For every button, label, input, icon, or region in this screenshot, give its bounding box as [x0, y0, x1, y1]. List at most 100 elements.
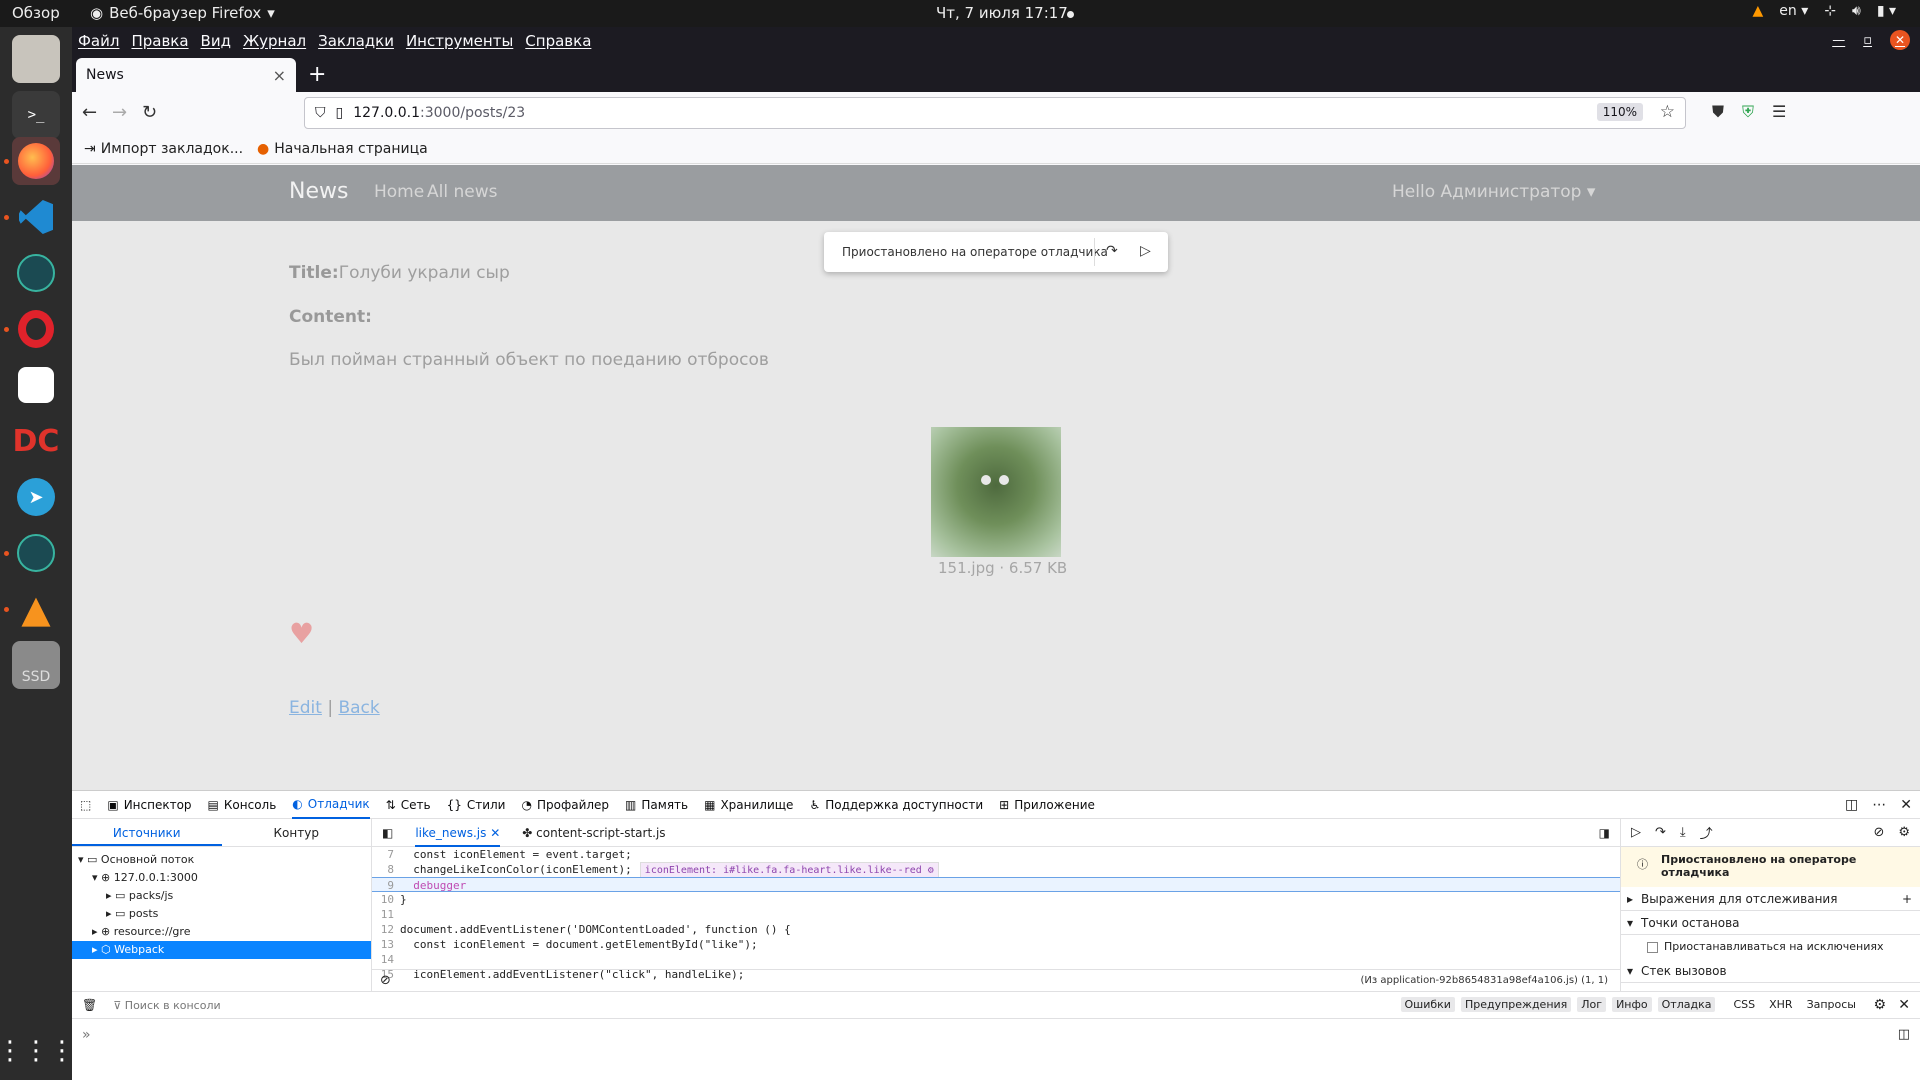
- adblock-icon[interactable]: ⛨: [1742, 102, 1754, 122]
- vlc-tray-icon[interactable]: ▲: [1752, 3, 1763, 19]
- console-settings-icon[interactable]: ⚙: [1873, 997, 1886, 1013]
- tab-news[interactable]: News ×: [76, 58, 296, 92]
- pause-on-exceptions-option[interactable]: Приостанавливаться на исключениях: [1621, 935, 1920, 959]
- close-tab-icon[interactable]: ×: [273, 66, 286, 85]
- bookmark-star-icon[interactable]: ☆: [1660, 102, 1675, 122]
- filter-warnings[interactable]: Предупреждения: [1460, 997, 1572, 1012]
- blackbox-icon[interactable]: ⊘: [380, 973, 391, 988]
- filter-requests[interactable]: Запросы: [1803, 997, 1860, 1012]
- code-line[interactable]: 12 document.addEventListener('DOMContentL…: [372, 922, 1620, 937]
- resume-icon[interactable]: ▷: [1140, 243, 1151, 259]
- telegram-icon[interactable]: ➤: [12, 473, 60, 521]
- menu-view[interactable]: Вид: [201, 32, 231, 50]
- terminal-icon[interactable]: >_: [12, 91, 60, 139]
- tree-item-packs-js[interactable]: ▸ ▭ packs/js: [72, 887, 371, 905]
- tree-item-localhost[interactable]: ▾ ⊕ 127.0.0.1:3000: [72, 869, 371, 887]
- bookmark-start-page[interactable]: ● Начальная страница: [257, 141, 428, 157]
- filter-debug[interactable]: Отладка: [1657, 997, 1716, 1012]
- close-tab-icon[interactable]: ✕: [490, 826, 500, 840]
- language-indicator[interactable]: en ▾: [1779, 3, 1808, 19]
- nav-all-news[interactable]: All news: [427, 182, 497, 202]
- menu-bookmarks[interactable]: Закладки: [318, 32, 394, 50]
- editor-tab-like-news[interactable]: like_news.js ✕: [415, 819, 501, 847]
- new-tab-button[interactable]: +: [308, 62, 326, 87]
- checkbox[interactable]: [1647, 941, 1658, 953]
- filter-info[interactable]: Инфо: [1612, 997, 1652, 1012]
- filter-errors[interactable]: Ошибки: [1400, 997, 1455, 1012]
- pocket-icon[interactable]: ⛊: [1712, 102, 1724, 122]
- post-image[interactable]: [931, 427, 1061, 557]
- code-line[interactable]: 7 const iconElement = event.target;: [372, 847, 1620, 862]
- watch-expressions-header[interactable]: ▸ Выражения для отслеживания +: [1621, 887, 1920, 911]
- step-out-icon[interactable]: ⤴: [1700, 823, 1713, 842]
- page-icon[interactable]: ▯: [336, 105, 344, 121]
- tab-storage[interactable]: ▦ Хранилище: [704, 798, 793, 812]
- dock-side-icon[interactable]: ◫: [1845, 797, 1858, 813]
- like-heart-icon[interactable]: ♥: [289, 617, 314, 650]
- element-picker-icon[interactable]: ⬚: [80, 798, 91, 812]
- opera-icon[interactable]: [12, 305, 60, 353]
- dbeaver-icon[interactable]: [12, 361, 60, 409]
- back-icon[interactable]: ←: [82, 102, 97, 123]
- tab-sources[interactable]: Источники: [72, 819, 222, 846]
- filter-log[interactable]: Лог: [1577, 997, 1607, 1012]
- edit-link[interactable]: Edit: [289, 698, 322, 718]
- zoom-indicator[interactable]: 110%: [1596, 103, 1643, 121]
- site-brand[interactable]: News: [289, 179, 348, 204]
- tab-styles[interactable]: {} Стили: [447, 798, 506, 812]
- files-icon[interactable]: [12, 35, 60, 83]
- menu-edit[interactable]: Правка: [131, 32, 188, 50]
- tab-memory[interactable]: ▥ Память: [625, 798, 688, 812]
- editor-tab-content-script[interactable]: ✤ content-script-start.js: [522, 826, 665, 840]
- disable-breakpoints-icon[interactable]: ⊘: [1873, 825, 1884, 840]
- shield-icon[interactable]: ⛉: [315, 105, 326, 121]
- tree-item-webpack[interactable]: ▸ ⬡ Webpack: [72, 941, 371, 959]
- menu-tools[interactable]: Инструменты: [406, 32, 513, 50]
- filter-xhr[interactable]: XHR: [1765, 997, 1796, 1012]
- trash-icon[interactable]: 🗑︎: [82, 998, 97, 1012]
- code-line[interactable]: 10}: [372, 892, 1620, 907]
- tab-outline[interactable]: Контур: [222, 819, 372, 846]
- forward-icon[interactable]: →: [112, 102, 127, 123]
- tab-profiler[interactable]: ◔ Профайлер: [521, 798, 609, 812]
- toggle-panel-icon[interactable]: ◨: [1599, 826, 1610, 840]
- menu-help[interactable]: Справка: [525, 32, 591, 50]
- code-line[interactable]: 13 const iconElement = document.getEleme…: [372, 937, 1620, 952]
- ssd-drive-icon[interactable]: SSD: [12, 641, 60, 689]
- tab-inspector[interactable]: ▣ Инспектор: [107, 798, 191, 812]
- code-line[interactable]: 8 changeLikeIconColor(iconElement); iconE…: [372, 862, 1620, 879]
- show-apps-icon[interactable]: ⋮⋮⋮: [0, 1027, 75, 1075]
- reload-icon[interactable]: ↻: [142, 102, 157, 123]
- more-options-icon[interactable]: ⋯: [1872, 797, 1886, 813]
- back-link[interactable]: Back: [338, 698, 379, 718]
- activities-button[interactable]: Обзор: [12, 4, 60, 22]
- menu-history[interactable]: Журнал: [243, 32, 306, 50]
- toggle-sources-icon[interactable]: ◧: [382, 826, 393, 840]
- breakpoints-header[interactable]: ▾ Точки останова: [1621, 911, 1920, 935]
- call-stack-header[interactable]: ▾ Стек вызовов: [1621, 959, 1920, 983]
- settings-gear-icon[interactable]: ⚙: [1898, 825, 1910, 840]
- close-split-console-icon[interactable]: ✕: [1898, 997, 1910, 1013]
- step-over-icon[interactable]: ↷: [1106, 243, 1118, 259]
- resume-icon[interactable]: ▷: [1631, 825, 1641, 840]
- tree-item-resource-gre[interactable]: ▸ ⊕ resource://gre: [72, 923, 371, 941]
- add-icon[interactable]: +: [1902, 887, 1912, 911]
- battery-icon[interactable]: ▮ ▾: [1877, 3, 1896, 19]
- close-window-icon[interactable]: ✕: [1890, 30, 1910, 50]
- vscode-icon[interactable]: [12, 193, 60, 241]
- console-input[interactable]: »: [82, 1027, 91, 1043]
- app-menu[interactable]: ◉ Веб-браузер Firefox ▾: [90, 4, 275, 22]
- tab-network[interactable]: ⇅ Сеть: [386, 798, 431, 812]
- vlc-icon[interactable]: ▲: [12, 585, 60, 633]
- menu-file[interactable]: Файл: [78, 32, 119, 50]
- code-line[interactable]: 11: [372, 907, 1620, 922]
- tree-item-main-thread[interactable]: ▾ ▭ Основной поток: [72, 851, 371, 869]
- minimize-icon[interactable]: —: [1832, 33, 1845, 48]
- url-bar[interactable]: ⛉ ▯ 127.0.0.1:3000/posts/23 110% ☆: [304, 97, 1686, 129]
- user-menu[interactable]: Hello Администратор ▾: [1392, 182, 1595, 202]
- gitkraken-icon[interactable]: [12, 249, 60, 297]
- network-icon[interactable]: ⊹: [1824, 3, 1836, 19]
- hamburger-menu-icon[interactable]: ☰: [1772, 102, 1786, 121]
- filter-css[interactable]: CSS: [1729, 997, 1759, 1012]
- volume-icon[interactable]: 🔊︎: [1852, 3, 1861, 19]
